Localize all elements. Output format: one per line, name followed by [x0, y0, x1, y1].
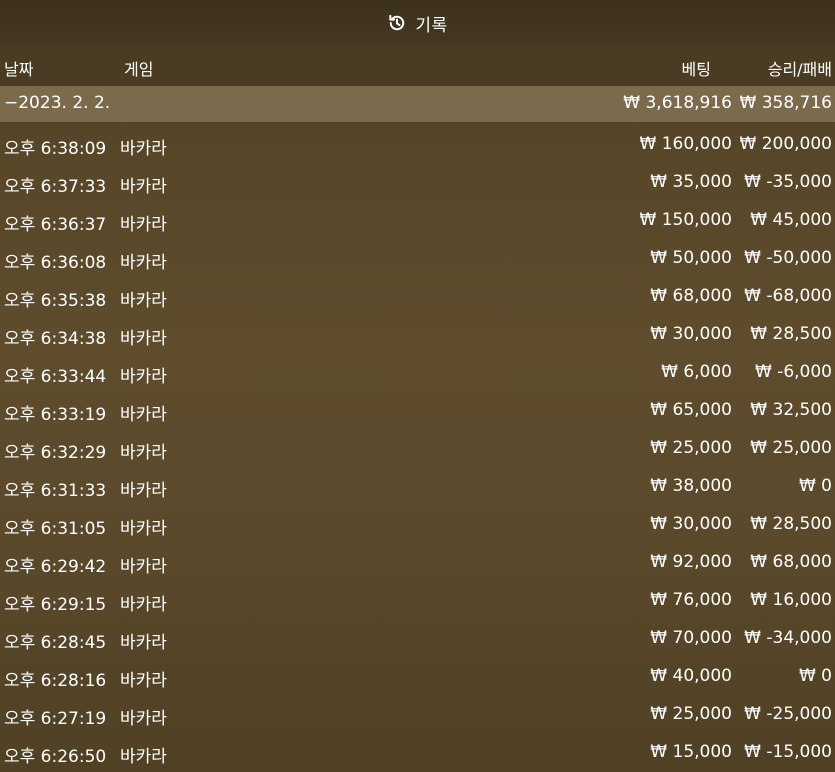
row-winloss: ₩ 25,000	[750, 438, 832, 458]
table-row[interactable]: 오후 6:31:05 바카라 ₩ 30,000 ₩ 28,500	[0, 506, 835, 544]
row-winloss: ₩ 16,000	[750, 590, 832, 610]
row-winloss: ₩ -50,000	[744, 248, 832, 268]
column-header-game[interactable]: 게임	[124, 56, 153, 80]
row-game: 바카라	[120, 557, 167, 577]
row-time: 오후 6:34:38	[4, 329, 107, 349]
row-game: 바카라	[120, 595, 167, 615]
row-bet: ₩ 15,000	[650, 742, 732, 762]
history-icon	[387, 13, 407, 33]
row-game: 바카라	[120, 367, 167, 387]
table-row[interactable]: 오후 6:26:50 바카라 ₩ 15,000 ₩ -15,000	[0, 734, 835, 772]
row-game: 바카라	[120, 253, 167, 273]
row-bet: ₩ 76,000	[650, 590, 732, 610]
row-winloss: ₩ -34,000	[744, 628, 832, 648]
date-group-total-bet: ₩ 3,618,916	[623, 93, 732, 113]
history-list: 오후 6:38:09 바카라 ₩ 160,000 ₩ 200,000 오후 6:37:…	[0, 126, 835, 772]
row-winloss: ₩ -35,000	[744, 172, 832, 192]
row-winloss: ₩ 32,500	[750, 400, 832, 420]
table-row[interactable]: 오후 6:29:15 바카라 ₩ 76,000 ₩ 16,000	[0, 582, 835, 620]
row-game: 바카라	[120, 519, 167, 539]
row-game: 바카라	[120, 139, 167, 159]
row-game: 바카라	[120, 405, 167, 425]
date-group-label: −2023. 2. 2.	[4, 93, 111, 113]
row-winloss: ₩ -6,000	[754, 362, 832, 382]
row-bet: ₩ 30,000	[650, 514, 732, 534]
row-time: 오후 6:31:05	[4, 519, 107, 539]
table-row[interactable]: 오후 6:35:38 바카라 ₩ 68,000 ₩ -68,000	[0, 278, 835, 316]
row-winloss: ₩ 45,000	[750, 210, 832, 230]
row-bet: ₩ 50,000	[650, 248, 732, 268]
table-row[interactable]: 오후 6:27:19 바카라 ₩ 25,000 ₩ -25,000	[0, 696, 835, 734]
page-title: 기록	[415, 15, 448, 36]
table-row[interactable]: 오후 6:32:29 바카라 ₩ 25,000 ₩ 25,000	[0, 430, 835, 468]
table-row[interactable]: 오후 6:36:08 바카라 ₩ 50,000 ₩ -50,000	[0, 240, 835, 278]
column-header-date[interactable]: 날짜	[4, 56, 33, 80]
row-time: 오후 6:29:15	[4, 595, 107, 615]
row-time: 오후 6:28:45	[4, 633, 107, 653]
row-time: 오후 6:26:50	[4, 747, 107, 767]
row-time: 오후 6:35:38	[4, 291, 107, 311]
row-winloss: ₩ -68,000	[744, 286, 832, 306]
column-header-winloss[interactable]: 승리/패배	[768, 56, 832, 80]
row-game: 바카라	[120, 177, 167, 197]
row-bet: ₩ 160,000	[639, 134, 732, 154]
title-group: 기록	[387, 11, 447, 36]
title-bar: 기록	[0, 0, 835, 46]
row-bet: ₩ 6,000	[661, 362, 732, 382]
row-winloss: ₩ 0	[798, 666, 832, 686]
row-winloss: ₩ 68,000	[750, 552, 832, 572]
row-winloss: ₩ 28,500	[750, 514, 832, 534]
table-row[interactable]: 오후 6:28:45 바카라 ₩ 70,000 ₩ -34,000	[0, 620, 835, 658]
row-game: 바카라	[120, 215, 167, 235]
row-bet: ₩ 68,000	[650, 286, 732, 306]
row-bet: ₩ 65,000	[650, 400, 732, 420]
table-header: 날짜 게임 베팅 승리/패배	[0, 46, 835, 86]
row-bet: ₩ 25,000	[650, 704, 732, 724]
row-time: 오후 6:33:44	[4, 367, 107, 387]
table-row[interactable]: 오후 6:29:42 바카라 ₩ 92,000 ₩ 68,000	[0, 544, 835, 582]
table-row[interactable]: 오후 6:34:38 바카라 ₩ 30,000 ₩ 28,500	[0, 316, 835, 354]
row-time: 오후 6:36:37	[4, 215, 107, 235]
row-bet: ₩ 70,000	[650, 628, 732, 648]
row-game: 바카라	[120, 709, 167, 729]
row-time: 오후 6:37:33	[4, 177, 107, 197]
row-game: 바카라	[120, 329, 167, 349]
row-time: 오후 6:33:19	[4, 405, 107, 425]
table-row[interactable]: 오후 6:37:33 바카라 ₩ 35,000 ₩ -35,000	[0, 164, 835, 202]
row-time: 오후 6:36:08	[4, 253, 107, 273]
column-header-bet[interactable]: 베팅	[682, 56, 711, 80]
row-winloss: ₩ 0	[798, 476, 832, 496]
date-group-row[interactable]: −2023. 2. 2. ₩ 3,618,916 ₩ 358,716	[0, 86, 835, 122]
row-winloss: ₩ -25,000	[744, 704, 832, 724]
row-game: 바카라	[120, 291, 167, 311]
row-winloss: ₩ 200,000	[739, 134, 832, 154]
date-group-total-winloss: ₩ 358,716	[739, 93, 832, 113]
row-time: 오후 6:38:09	[4, 139, 107, 159]
row-game: 바카라	[120, 747, 167, 767]
row-game: 바카라	[120, 443, 167, 463]
row-winloss: ₩ 28,500	[750, 324, 832, 344]
row-time: 오후 6:27:19	[4, 709, 107, 729]
row-bet: ₩ 38,000	[650, 476, 732, 496]
table-row[interactable]: 오후 6:33:44 바카라 ₩ 6,000 ₩ -6,000	[0, 354, 835, 392]
row-bet: ₩ 40,000	[650, 666, 732, 686]
row-bet: ₩ 150,000	[639, 210, 732, 230]
table-row[interactable]: 오후 6:28:16 바카라 ₩ 40,000 ₩ 0	[0, 658, 835, 696]
row-game: 바카라	[120, 633, 167, 653]
row-time: 오후 6:29:42	[4, 557, 107, 577]
row-bet: ₩ 92,000	[650, 552, 732, 572]
table-row[interactable]: 오후 6:38:09 바카라 ₩ 160,000 ₩ 200,000	[0, 126, 835, 164]
row-bet: ₩ 30,000	[650, 324, 732, 344]
row-bet: ₩ 35,000	[650, 172, 732, 192]
table-row[interactable]: 오후 6:33:19 바카라 ₩ 65,000 ₩ 32,500	[0, 392, 835, 430]
row-game: 바카라	[120, 481, 167, 501]
row-game: 바카라	[120, 671, 167, 691]
row-time: 오후 6:31:33	[4, 481, 107, 501]
row-winloss: ₩ -15,000	[744, 742, 832, 762]
table-row[interactable]: 오후 6:36:37 바카라 ₩ 150,000 ₩ 45,000	[0, 202, 835, 240]
row-bet: ₩ 25,000	[650, 438, 732, 458]
row-time: 오후 6:32:29	[4, 443, 107, 463]
row-time: 오후 6:28:16	[4, 671, 107, 691]
table-row[interactable]: 오후 6:31:33 바카라 ₩ 38,000 ₩ 0	[0, 468, 835, 506]
